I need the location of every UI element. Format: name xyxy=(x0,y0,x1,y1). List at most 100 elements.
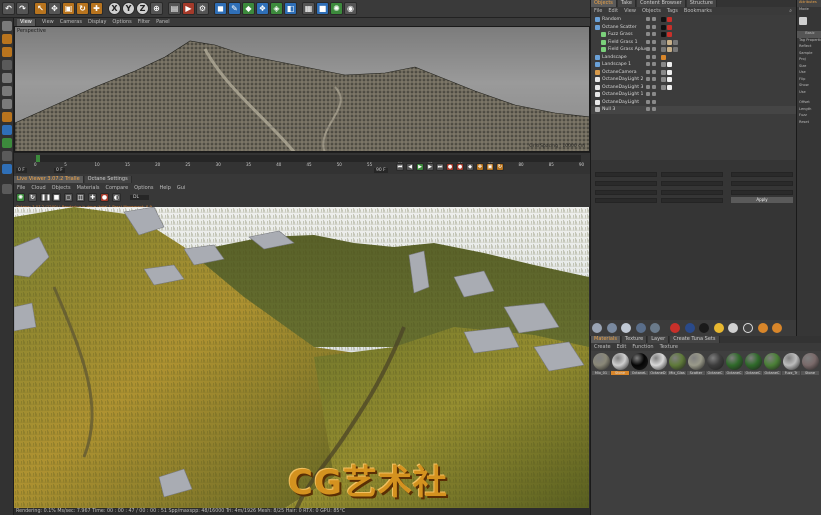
render-target-icon[interactable] xyxy=(669,323,680,333)
menu-cameras[interactable]: Cameras xyxy=(60,19,82,25)
axis-x-button[interactable]: X xyxy=(108,2,121,15)
om-search-icon[interactable]: ⌕ xyxy=(789,8,792,14)
coord-size-select[interactable] xyxy=(661,198,723,203)
frame-end-field[interactable]: 90 F xyxy=(374,168,388,173)
object-tags[interactable] xyxy=(661,54,666,60)
material-tag-icon[interactable] xyxy=(667,32,672,37)
material-tag-icon[interactable] xyxy=(667,84,672,90)
material-tag-icon[interactable] xyxy=(667,47,672,52)
material-tag-icon[interactable] xyxy=(661,24,666,30)
play-icon[interactable]: ▶ xyxy=(416,163,424,171)
editor-visibility-icon[interactable] xyxy=(646,17,650,21)
add-tool-icon[interactable]: ✚ xyxy=(90,2,103,15)
render-settings-icon[interactable]: ⚙ xyxy=(196,2,209,15)
attribute-mode[interactable]: Mode xyxy=(797,7,821,14)
coord-y-size[interactable] xyxy=(661,181,723,186)
object-row[interactable]: Landscape xyxy=(591,54,796,62)
editor-visibility-icon[interactable] xyxy=(646,92,650,96)
tab-content-browser[interactable]: Content Browser xyxy=(636,0,686,7)
lv-menu-cloud[interactable]: Cloud xyxy=(31,185,45,191)
visibility-dots[interactable] xyxy=(646,99,656,104)
editor-visibility-icon[interactable] xyxy=(646,54,650,59)
key-rotation-icon[interactable]: ↻ xyxy=(496,163,504,171)
tab-live-viewer[interactable]: Live Viewer 3.07.2 TrialIe xyxy=(14,176,84,183)
rotate-tool-icon[interactable]: ↻ xyxy=(76,2,89,15)
editor-visibility-icon[interactable] xyxy=(646,62,650,66)
polygons-mode-icon[interactable] xyxy=(2,99,12,109)
object-row[interactable]: OctaneDayLight 2 xyxy=(591,76,796,84)
attribute-row[interactable]: Use xyxy=(797,90,821,97)
lv-mode-select[interactable]: DL xyxy=(130,195,150,200)
menu-filter[interactable]: Filter xyxy=(138,19,150,25)
coord-x-size[interactable] xyxy=(661,172,723,177)
perspective-viewport[interactable]: Perspective Grid Spacing : 10000 cm xyxy=(14,26,590,152)
object-row[interactable]: Field Grass 1 xyxy=(591,39,796,47)
material-swatch[interactable]: Mix_01 xyxy=(592,353,610,375)
visibility-dots[interactable] xyxy=(646,77,656,81)
material-tag-icon[interactable] xyxy=(661,32,666,37)
render-visibility-icon[interactable] xyxy=(652,62,656,66)
visibility-dots[interactable] xyxy=(646,24,656,29)
octane-sky-icon[interactable] xyxy=(684,323,695,333)
editor-visibility-icon[interactable] xyxy=(646,32,650,36)
om-menu-file[interactable]: File xyxy=(594,8,602,14)
portal-material-icon[interactable] xyxy=(650,323,661,333)
object-row[interactable]: Null 3 xyxy=(591,106,796,114)
render-visibility-icon[interactable] xyxy=(652,47,656,51)
model-mode-icon[interactable] xyxy=(2,34,12,44)
material-swatch[interactable]: Stone xyxy=(611,353,629,375)
keyframe-icon[interactable]: ◆ xyxy=(466,163,474,171)
menu-view[interactable]: View xyxy=(42,19,54,25)
lock-icon[interactable] xyxy=(2,151,12,161)
menu-panel[interactable]: Panel xyxy=(156,19,170,25)
visibility-dots[interactable] xyxy=(646,32,656,36)
mix-material-icon[interactable] xyxy=(635,323,646,333)
object-tags[interactable] xyxy=(661,17,672,22)
om-menu-edit[interactable]: Edit xyxy=(608,8,618,14)
material-tag-icon[interactable] xyxy=(661,69,666,75)
coord-x-position[interactable] xyxy=(595,172,657,177)
editor-visibility-icon[interactable] xyxy=(646,47,650,51)
menu-options[interactable]: Options xyxy=(112,19,131,25)
tab-objects[interactable]: Objects xyxy=(591,0,617,7)
make-editable-icon[interactable] xyxy=(2,21,12,31)
object-row[interactable]: Random xyxy=(591,16,796,24)
material-tag-icon[interactable] xyxy=(661,47,666,52)
coord-z-position[interactable] xyxy=(595,190,657,195)
editor-visibility-icon[interactable] xyxy=(646,39,650,44)
tab-structure[interactable]: Structure xyxy=(686,0,717,7)
axis-y-button[interactable]: Y xyxy=(122,2,135,15)
object-row[interactable]: Field Grass Aplus xyxy=(591,46,796,54)
object-row[interactable]: Fuzz Grass xyxy=(591,31,796,39)
area-light-icon[interactable] xyxy=(728,323,739,333)
visibility-dots[interactable] xyxy=(646,107,656,111)
material-swatch[interactable]: OctaneC xyxy=(706,353,724,375)
camera-tag-icon[interactable] xyxy=(772,323,783,333)
snap-icon[interactable] xyxy=(2,138,12,148)
glossy-material-icon[interactable] xyxy=(606,323,617,333)
object-row[interactable]: Landscape 1 xyxy=(591,61,796,69)
array-icon[interactable]: ❖ xyxy=(256,2,269,15)
tab-take[interactable]: Take xyxy=(617,0,636,7)
tab-materials[interactable]: Materials xyxy=(591,336,621,343)
render-visibility-icon[interactable] xyxy=(652,77,656,81)
octane-tool-icon[interactable] xyxy=(2,184,12,194)
mm-menu-function[interactable]: Function xyxy=(632,344,653,350)
lv-menu-file[interactable]: File xyxy=(17,185,25,191)
object-tags[interactable] xyxy=(661,69,672,75)
om-menu-tags[interactable]: Tags xyxy=(667,8,678,14)
render-visibility-icon[interactable] xyxy=(652,24,656,29)
tab-layer[interactable]: Layer xyxy=(648,336,670,343)
lv-menu-gui[interactable]: Gui xyxy=(177,185,185,191)
render-view-icon[interactable]: ▤ xyxy=(168,2,181,15)
material-tag-icon[interactable] xyxy=(661,62,666,67)
playhead[interactable] xyxy=(36,155,40,162)
scene-icon[interactable]: ◧ xyxy=(284,2,297,15)
visibility-dots[interactable] xyxy=(646,54,656,59)
coord-z-rotation[interactable] xyxy=(731,190,793,195)
texture-mode-icon[interactable] xyxy=(2,47,12,57)
render-visibility-icon[interactable] xyxy=(652,39,656,44)
render-visibility-icon[interactable] xyxy=(652,69,656,74)
floor-icon[interactable]: ▦ xyxy=(302,2,315,15)
axis-mode-icon[interactable] xyxy=(2,112,12,122)
